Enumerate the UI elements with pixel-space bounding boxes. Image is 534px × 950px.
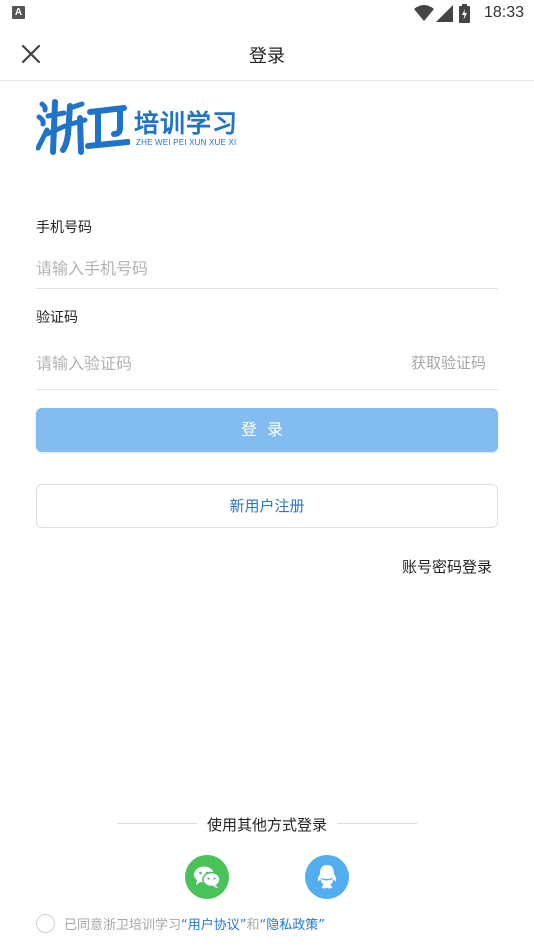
register-button[interactable]: 新用户注册 [36,484,498,528]
user-agreement-link[interactable]: “用户协议” [181,918,246,933]
agreement-checkbox[interactable] [36,914,55,933]
header: 登录 [0,28,534,81]
other-login-line-right [337,823,417,824]
wifi-icon [414,5,434,21]
password-login-link[interactable]: 账号密码登录 [402,556,492,577]
qq-login-button[interactable] [305,855,349,899]
get-code-button[interactable]: 获取验证码 [411,352,486,373]
other-login-title: 使用其他方式登录 [206,816,327,834]
agreement-and: 和 [246,918,260,933]
phone-divider [36,288,498,289]
logo-pinyin: ZHE WEI PEI XUN XUE XI [136,138,237,147]
status-time: 18:33 [483,4,524,21]
signal-icon [436,5,453,22]
status-bar: A 18:33 [0,0,534,28]
login-button[interactable]: 登录 [36,408,498,452]
wechat-login-button[interactable] [185,855,229,899]
code-divider [36,389,498,390]
code-label: 验证码 [36,310,78,326]
agreement-prefix: 已同意浙卫培训学习 [64,918,182,933]
qq-icon [317,865,337,889]
code-input[interactable] [36,351,396,375]
notification-icon: A [12,6,25,19]
phone-input[interactable] [36,256,498,280]
phone-label: 手机号码 [36,220,92,236]
page-title: 登录 [249,46,285,67]
privacy-policy-link[interactable]: “隐私政策” [260,918,325,933]
battery-charging-icon [459,4,470,23]
brush-calligraphy-logo-icon [36,99,130,155]
wechat-icon [194,866,221,889]
agreement-text: 已同意浙卫培训学习“用户协议”和“隐私政策” [64,914,325,933]
logo-title: 培训学习 [134,109,239,138]
